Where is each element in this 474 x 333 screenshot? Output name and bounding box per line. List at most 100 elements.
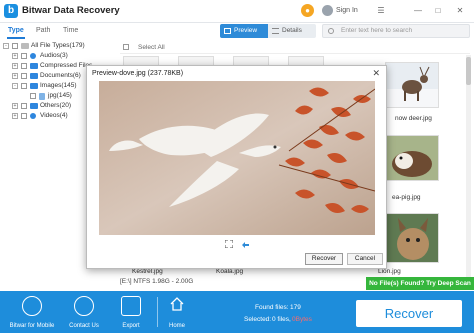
collapse-icon[interactable]: - [12, 83, 18, 89]
export-label: Export [122, 323, 140, 329]
selected-files: 0 files, [272, 316, 291, 323]
found-files-count: 179 [290, 304, 301, 311]
tree-item-all[interactable]: - All File Types(179) [0, 41, 118, 51]
expand-icon[interactable]: + [12, 53, 18, 59]
selected-label: Selected: [244, 316, 272, 323]
tree-item-label: Compressed Files [40, 62, 93, 69]
video-icon [30, 113, 36, 119]
scrollbar-thumb[interactable] [466, 57, 471, 85]
folder-icon [21, 43, 29, 49]
thumbnail-guinea-pig[interactable] [385, 135, 439, 181]
search-placeholder: Enter text here to search [341, 27, 413, 34]
checkbox[interactable] [21, 73, 27, 79]
deep-scan-link[interactable]: No File(s) Found? Try Deep Scan [366, 277, 474, 290]
close-icon[interactable]: ✕ [372, 68, 380, 79]
guinea-pig-image [386, 136, 438, 180]
tree-item-label: Documents(6) [40, 72, 81, 79]
tree-item-label: Images(145) [40, 82, 77, 89]
home-icon[interactable] [170, 297, 184, 311]
checkbox[interactable] [30, 93, 36, 99]
checkbox[interactable] [21, 103, 27, 109]
preview-dialog-title: Preview-dove.jpg (237.78KB) [92, 70, 184, 77]
expand-icon[interactable]: + [12, 63, 18, 69]
preview-image [99, 81, 375, 235]
sidebar-tabs: Type Path Time [0, 24, 118, 40]
tree-item-audios[interactable]: + Audios(3) [0, 51, 118, 61]
snow-deer-image [386, 63, 438, 107]
checkbox[interactable] [21, 113, 27, 119]
folder-icon [30, 103, 38, 109]
close-icon[interactable]: ✕ [455, 6, 465, 16]
select-all-row: Select All [120, 41, 470, 54]
checkbox[interactable] [21, 63, 27, 69]
fit-screen-icon[interactable] [225, 240, 233, 248]
mobile-icon [22, 296, 42, 316]
title-bar: b Bitwar Data Recovery ● Sign In ☰ — □ ✕ [0, 0, 474, 23]
tree-item-label: Others(20) [40, 102, 72, 109]
search-input[interactable]: Enter text here to search [322, 24, 470, 38]
checkbox[interactable] [12, 43, 18, 49]
app-logo: b [4, 4, 18, 18]
image-icon [30, 83, 38, 89]
thumbnail-icon [224, 28, 231, 34]
thumbnail-label: Lion.jpg [378, 268, 401, 275]
home-label[interactable]: Home [163, 323, 191, 329]
tree-item-label: All File Types(179) [31, 42, 85, 49]
checkbox[interactable] [21, 53, 27, 59]
expand-icon[interactable]: + [12, 113, 18, 119]
export-icon [121, 296, 141, 316]
lynx-image [386, 214, 438, 262]
select-all-label: Select All [138, 44, 165, 51]
bitwar-mobile-label: Bitwar for Mobile [9, 323, 55, 329]
tree-item-label: Videos(4) [40, 112, 68, 119]
preview-view-button[interactable]: Preview [220, 24, 268, 38]
drive-info: [E:\] NTFS 1.98G - 2.00G [120, 278, 194, 285]
rotate-icon[interactable] [241, 240, 250, 248]
user-icon [322, 5, 333, 16]
tab-path[interactable]: Path [36, 27, 50, 34]
thumbnail-lynx[interactable] [385, 213, 439, 263]
divider [157, 297, 158, 327]
selected-size: 0Bytes [292, 316, 312, 323]
app-title: Bitwar Data Recovery [22, 5, 120, 16]
sign-in-label: Sign In [336, 7, 358, 14]
select-all-checkbox[interactable] [123, 44, 129, 50]
expand-icon[interactable]: + [12, 103, 18, 109]
thumbnail-label: Koala.jpg [216, 268, 244, 275]
export-button[interactable]: Export [111, 291, 151, 333]
scrollbar[interactable] [466, 55, 471, 285]
contact-us-button[interactable]: Contact Us [64, 291, 104, 333]
thumbnail-label: now deer.jpg [395, 115, 432, 122]
thumbnail-snow-deer[interactable] [385, 62, 439, 108]
preview-recover-button[interactable]: Recover [305, 253, 343, 265]
collapse-icon[interactable]: - [3, 43, 9, 49]
tab-active-indicator [7, 37, 25, 39]
details-view-label: Details [282, 27, 302, 34]
bitwar-mobile-button[interactable]: Bitwar for Mobile [10, 291, 54, 333]
minimize-icon[interactable]: — [413, 6, 423, 16]
file-icon [39, 93, 45, 100]
list-icon [272, 28, 279, 34]
document-icon [30, 73, 38, 79]
recover-button[interactable]: Recover [356, 300, 462, 327]
music-icon [30, 53, 36, 59]
checkbox[interactable] [21, 83, 27, 89]
details-view-button[interactable]: Details [268, 24, 316, 38]
cart-icon[interactable]: ● [301, 4, 314, 17]
expand-icon[interactable]: + [12, 73, 18, 79]
thumbnail-label: ea-pig.jpg [392, 194, 421, 201]
contact-us-label: Contact Us [69, 323, 99, 329]
maximize-icon[interactable]: □ [433, 6, 443, 16]
found-files-label: Found files: [255, 304, 289, 311]
menu-icon[interactable]: ☰ [376, 6, 386, 16]
tree-item-label: Audios(3) [40, 52, 68, 59]
tab-time[interactable]: Time [63, 27, 78, 34]
tree-item-label: jpg(145) [48, 92, 72, 99]
preview-cancel-button[interactable]: Cancel [347, 253, 383, 265]
dove-photo [99, 81, 375, 235]
search-icon [328, 28, 334, 34]
preview-view-label: Preview [234, 27, 258, 34]
thumbnail-label: Kestrel.jpg [132, 268, 163, 275]
tab-type[interactable]: Type [8, 27, 24, 34]
preview-dialog: Preview-dove.jpg (237.78KB) ✕ Recover Ca… [86, 65, 387, 269]
